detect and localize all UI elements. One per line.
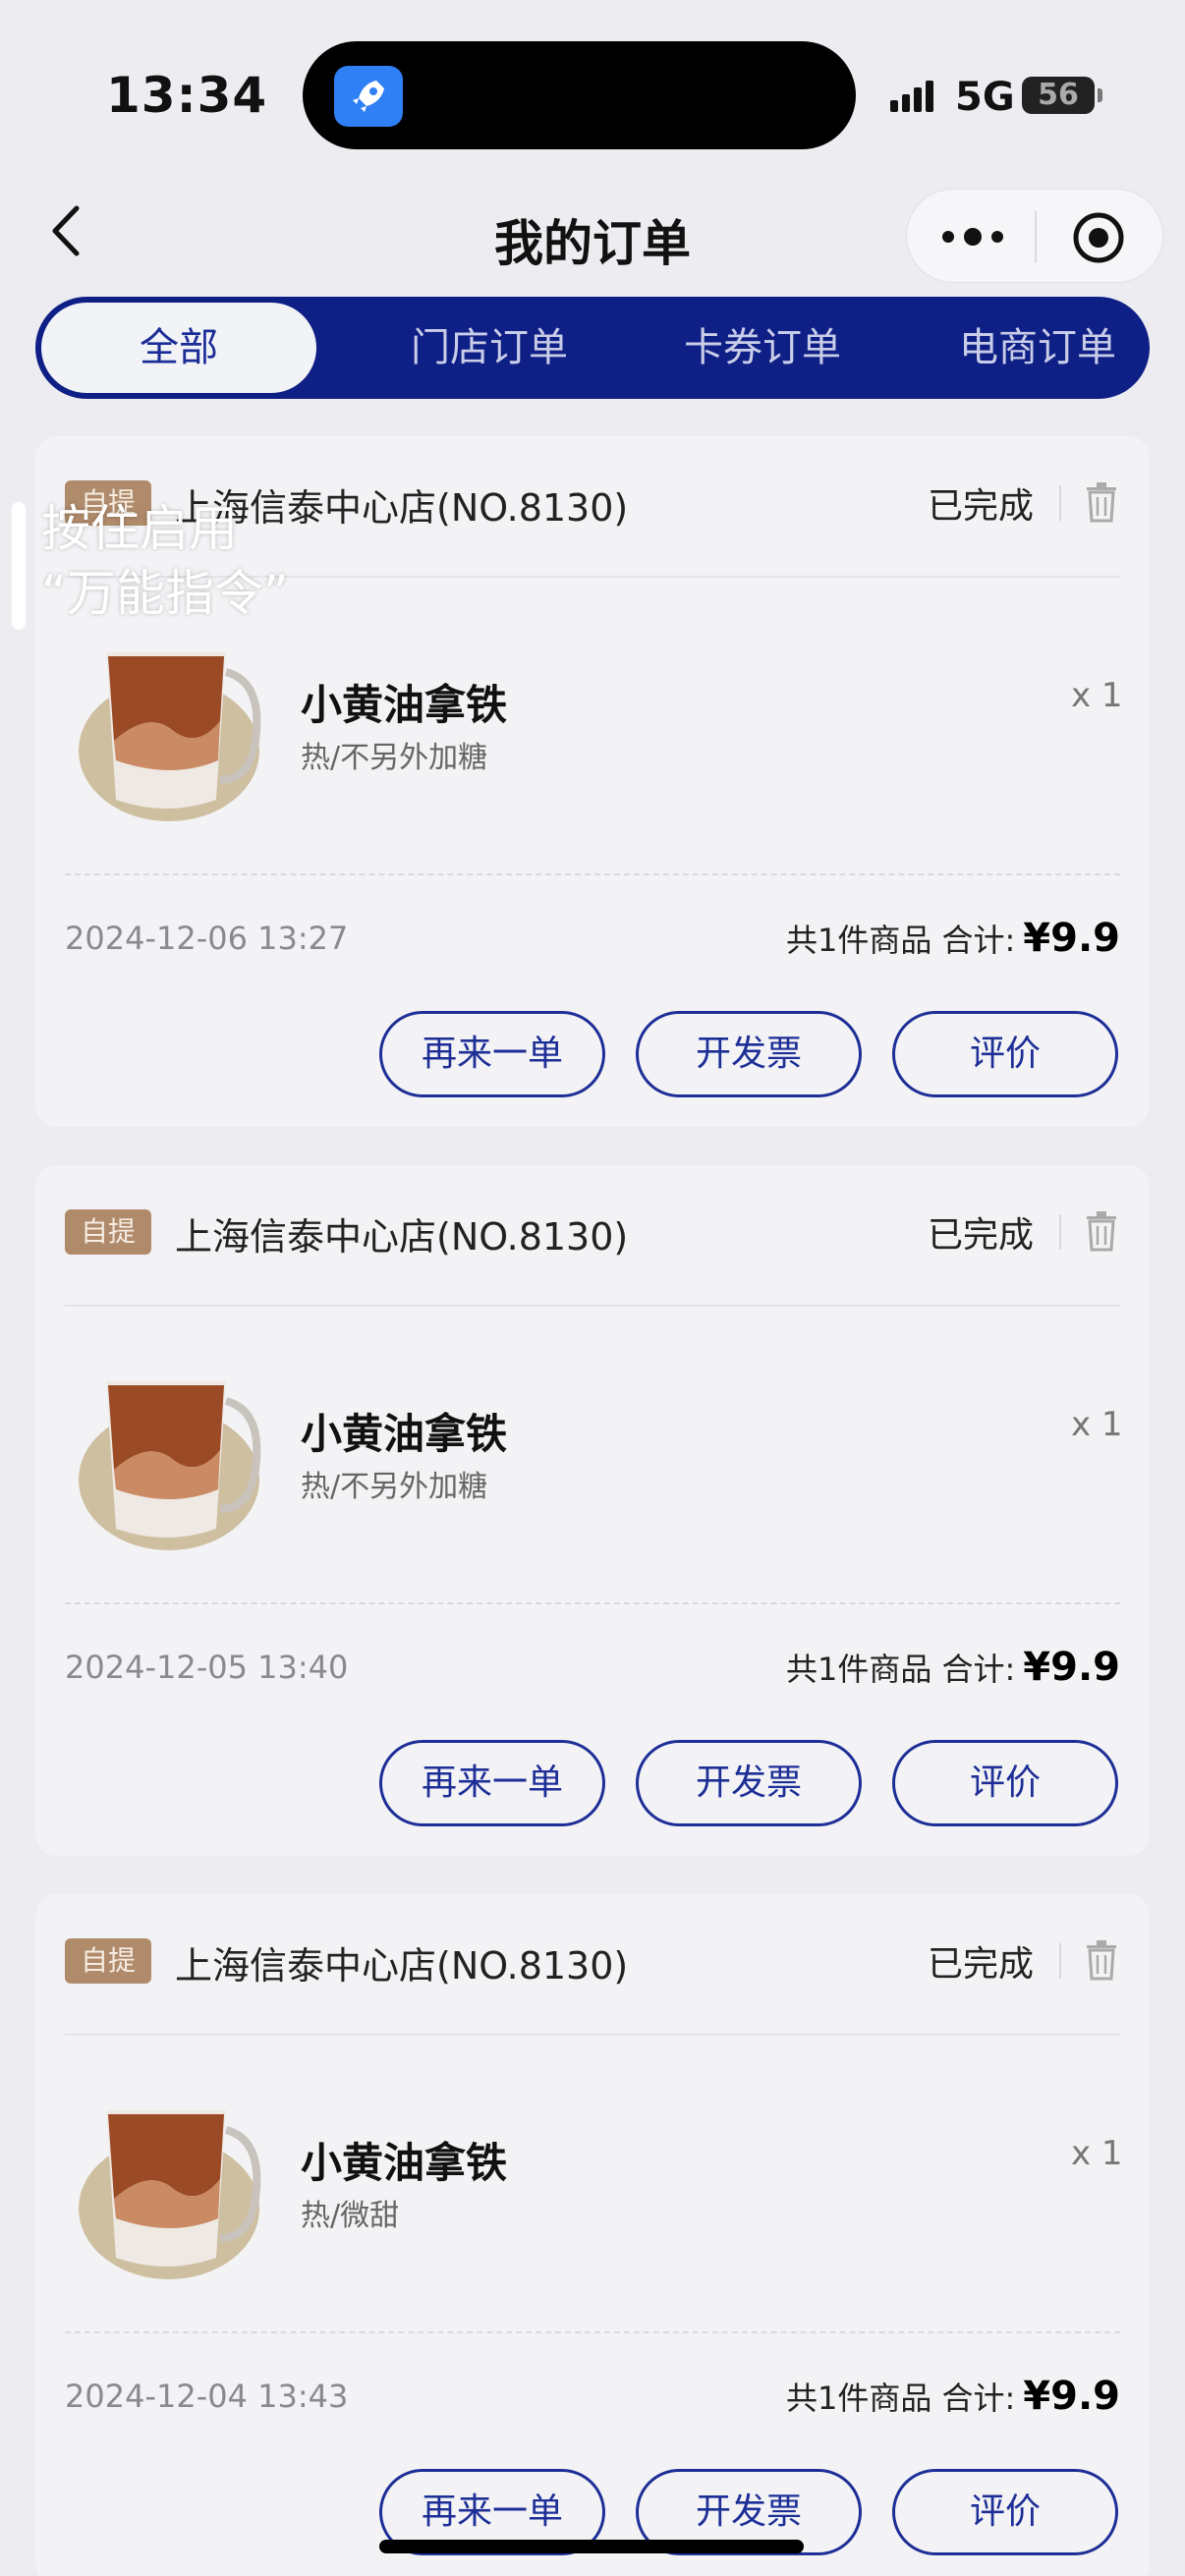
orders-screen: 13:34 5G 56 我的订单 全部 门店订单 卡券订单 电商订单 自提 上海… bbox=[0, 0, 1185, 2576]
pickup-badge: 自提 bbox=[65, 1938, 151, 1984]
order-datetime: 2024-12-05 13:40 bbox=[65, 1649, 349, 1686]
product-image bbox=[79, 652, 261, 821]
hint-line-2: “万能指令” bbox=[41, 565, 289, 622]
review-button[interactable]: 评价 bbox=[892, 2469, 1118, 2555]
tab-all[interactable]: 全部 bbox=[41, 303, 316, 393]
tab-coupon-orders[interactable]: 卡券订单 bbox=[625, 297, 900, 399]
status-divider bbox=[1059, 485, 1061, 521]
trash-icon[interactable] bbox=[1085, 1210, 1118, 1252]
nav-bar: 我的订单 bbox=[0, 177, 1185, 285]
trash-icon[interactable] bbox=[1085, 481, 1118, 523]
order-total: ¥9.9 bbox=[1023, 1645, 1120, 1690]
product-quantity: x 1 bbox=[1071, 676, 1123, 715]
order-status: 已完成 bbox=[928, 1944, 1035, 1985]
review-button[interactable]: 评价 bbox=[892, 1740, 1118, 1826]
hint-text: 按住启用 “万能指令” bbox=[41, 496, 356, 626]
product-spec: 热/微甜 bbox=[301, 2199, 400, 2233]
summary-label: 共1件商品 合计: bbox=[785, 922, 1016, 959]
product-image bbox=[79, 2110, 261, 2279]
order-card[interactable]: 自提 上海信泰中心店(NO.8130) 已完成 小黄油拿铁 热/不另外加糖 x … bbox=[35, 1165, 1150, 1856]
product-name: 小黄油拿铁 bbox=[301, 681, 508, 729]
summary-label: 共1件商品 合计: bbox=[785, 2380, 1016, 2417]
mini-program-capsule bbox=[906, 189, 1163, 283]
product-quantity: x 1 bbox=[1071, 2134, 1123, 2173]
order-tabs: 全部 门店订单 卡券订单 电商订单 bbox=[35, 297, 1150, 399]
order-summary: 共1件商品 合计: ¥9.9 bbox=[786, 1645, 1120, 1690]
product-image bbox=[79, 1381, 261, 1550]
order-summary: 共1件商品 合计: ¥9.9 bbox=[786, 2374, 1120, 2419]
store-name[interactable]: 上海信泰中心店(NO.8130) bbox=[175, 1935, 628, 1989]
status-time: 13:34 bbox=[106, 67, 268, 124]
review-button[interactable]: 评价 bbox=[892, 1011, 1118, 1097]
capsule-divider bbox=[1035, 211, 1037, 262]
dashed-divider bbox=[65, 873, 1120, 875]
order-status: 已完成 bbox=[928, 1215, 1035, 1256]
hint-handle[interactable] bbox=[12, 502, 26, 630]
card-divider bbox=[65, 1305, 1120, 1307]
battery-icon: 56 bbox=[1022, 77, 1102, 114]
product-spec: 热/不另外加糖 bbox=[301, 741, 488, 775]
tab-store-orders[interactable]: 门店订单 bbox=[352, 297, 627, 399]
reorder-button[interactable]: 再来一单 bbox=[379, 1740, 605, 1826]
status-bar: 13:34 5G 56 bbox=[0, 0, 1185, 167]
pickup-badge: 自提 bbox=[65, 1209, 151, 1255]
order-card[interactable]: 自提 上海信泰中心店(NO.8130) 已完成 小黄油拿铁 热/微甜 x 1 2… bbox=[35, 1894, 1150, 2576]
invoice-button[interactable]: 开发票 bbox=[636, 1011, 862, 1097]
summary-label: 共1件商品 合计: bbox=[785, 1651, 1016, 1688]
home-indicator[interactable] bbox=[379, 2540, 804, 2553]
signal-icon bbox=[890, 81, 933, 112]
order-summary: 共1件商品 合计: ¥9.9 bbox=[786, 916, 1120, 961]
status-divider bbox=[1059, 1214, 1061, 1250]
order-total: ¥9.9 bbox=[1023, 916, 1120, 961]
dashed-divider bbox=[65, 2331, 1120, 2333]
order-total: ¥9.9 bbox=[1023, 2374, 1120, 2419]
hint-line-1: 按住启用 bbox=[41, 500, 238, 557]
more-dots-icon[interactable] bbox=[936, 223, 1009, 251]
product-name: 小黄油拿铁 bbox=[301, 2139, 508, 2187]
tab-ecommerce-orders[interactable]: 电商订单 bbox=[900, 297, 1175, 399]
dashed-divider bbox=[65, 1602, 1120, 1604]
reorder-button[interactable]: 再来一单 bbox=[379, 1011, 605, 1097]
product-name: 小黄油拿铁 bbox=[301, 1410, 508, 1458]
product-spec: 热/不另外加糖 bbox=[301, 1470, 488, 1504]
status-divider bbox=[1059, 1943, 1061, 1979]
order-status: 已完成 bbox=[928, 486, 1035, 527]
network-type: 5G bbox=[955, 75, 1015, 120]
store-name[interactable]: 上海信泰中心店(NO.8130) bbox=[175, 1206, 628, 1260]
record-target-icon[interactable] bbox=[1072, 211, 1125, 264]
card-divider bbox=[65, 2034, 1120, 2036]
rocket-app-icon[interactable] bbox=[334, 66, 403, 127]
product-quantity: x 1 bbox=[1071, 1405, 1123, 1444]
dynamic-island bbox=[303, 41, 856, 149]
order-datetime: 2024-12-06 13:27 bbox=[65, 920, 349, 957]
order-datetime: 2024-12-04 13:43 bbox=[65, 2378, 349, 2415]
invoice-button[interactable]: 开发票 bbox=[636, 1740, 862, 1826]
trash-icon[interactable] bbox=[1085, 1939, 1118, 1981]
